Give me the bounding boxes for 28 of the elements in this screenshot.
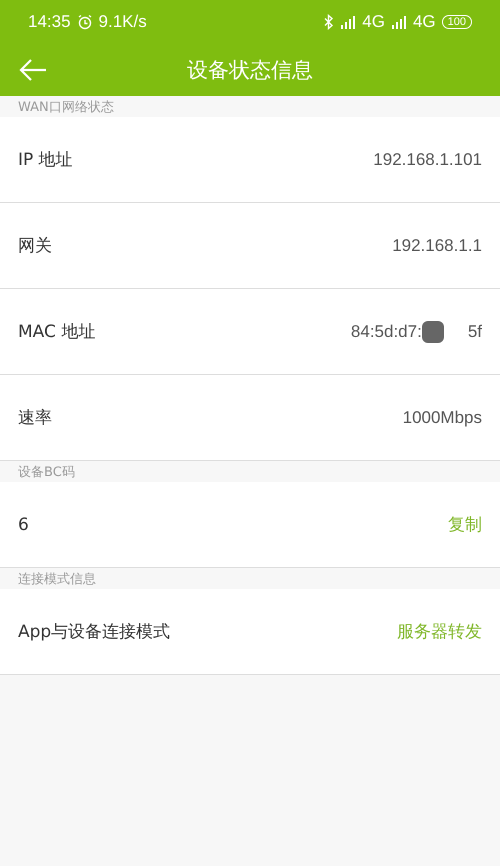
section-header: 设备BC码 xyxy=(18,464,75,480)
section-header: WAN口网络状态 xyxy=(18,98,114,116)
battery-level: 100 xyxy=(442,15,472,29)
row-value: 1000Mbps xyxy=(402,408,482,428)
network-speed: 9.1K/s xyxy=(98,12,147,32)
row-value: 5f xyxy=(468,322,482,342)
status-time: 14:35 xyxy=(28,12,71,32)
back-arrow-icon[interactable] xyxy=(18,58,48,82)
network-type: 4G xyxy=(412,12,436,32)
row-label: 速率 xyxy=(18,407,52,429)
copy-link[interactable]: 复制 xyxy=(448,513,482,536)
row-value: 服务器转发 xyxy=(397,621,482,643)
row-value: 192.168.1.1 xyxy=(392,236,482,256)
network-type: 4G xyxy=(362,12,385,32)
row-label: 6 xyxy=(18,514,29,534)
row-label: IP 地址 xyxy=(18,149,73,171)
section-header: 连接模式信息 xyxy=(18,570,96,588)
row-label: MAC 地址 xyxy=(18,321,96,343)
signal-icon xyxy=(340,15,356,29)
page-title: 设备状态信息 xyxy=(187,57,313,84)
row-value: 84:5d:d7: xyxy=(350,322,422,342)
bluetooth-icon xyxy=(324,14,334,30)
row-value: 192.168.1.101 xyxy=(373,150,482,170)
signal-icon xyxy=(390,15,407,29)
row-label: App与设备连接模式 xyxy=(18,621,170,643)
alarm-clock-icon xyxy=(76,14,93,30)
redaction-mark xyxy=(422,320,444,342)
row-label: 网关 xyxy=(18,235,52,257)
